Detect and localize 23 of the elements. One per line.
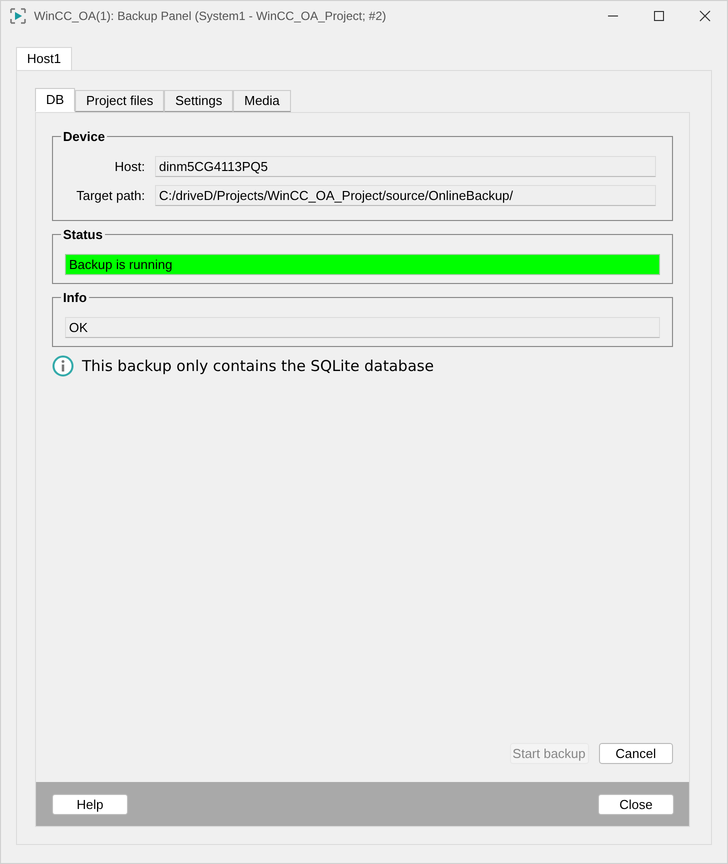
field-label: Host:: [114, 159, 145, 174]
maximize-icon[interactable]: [653, 10, 665, 22]
info-message: This backup only contains the SQLite database: [82, 357, 434, 375]
group-title: Info: [62, 290, 88, 305]
text-field[interactable]: dinm5CG4113PQ5: [155, 156, 656, 177]
group-title: Device: [62, 129, 106, 144]
tab[interactable]: Project files: [75, 90, 164, 112]
text-field[interactable]: C:/driveD/Projects/WinCC_OA_Project/source/OnlineBackup/: [155, 185, 656, 206]
status-field: Backup is running: [65, 254, 660, 275]
app-icon: [10, 8, 26, 24]
group-title: Status: [62, 227, 104, 242]
tab[interactable]: DB: [35, 88, 76, 112]
field-label: Target path:: [75, 188, 145, 203]
info-field: OK: [65, 317, 660, 338]
close-icon[interactable]: [699, 10, 711, 22]
tab[interactable]: Media: [233, 90, 291, 112]
footer-button[interactable]: Close: [598, 794, 674, 814]
host-tab[interactable]: Host1: [16, 47, 72, 70]
info-icon: [52, 355, 74, 377]
tab[interactable]: Settings: [164, 90, 234, 112]
footer-button[interactable]: Help: [52, 794, 128, 814]
window-title: WinCC_OA(1): Backup Panel (System1 - WinCC_OA_Project; #2): [34, 9, 386, 23]
action-button[interactable]: Cancel: [598, 743, 673, 764]
